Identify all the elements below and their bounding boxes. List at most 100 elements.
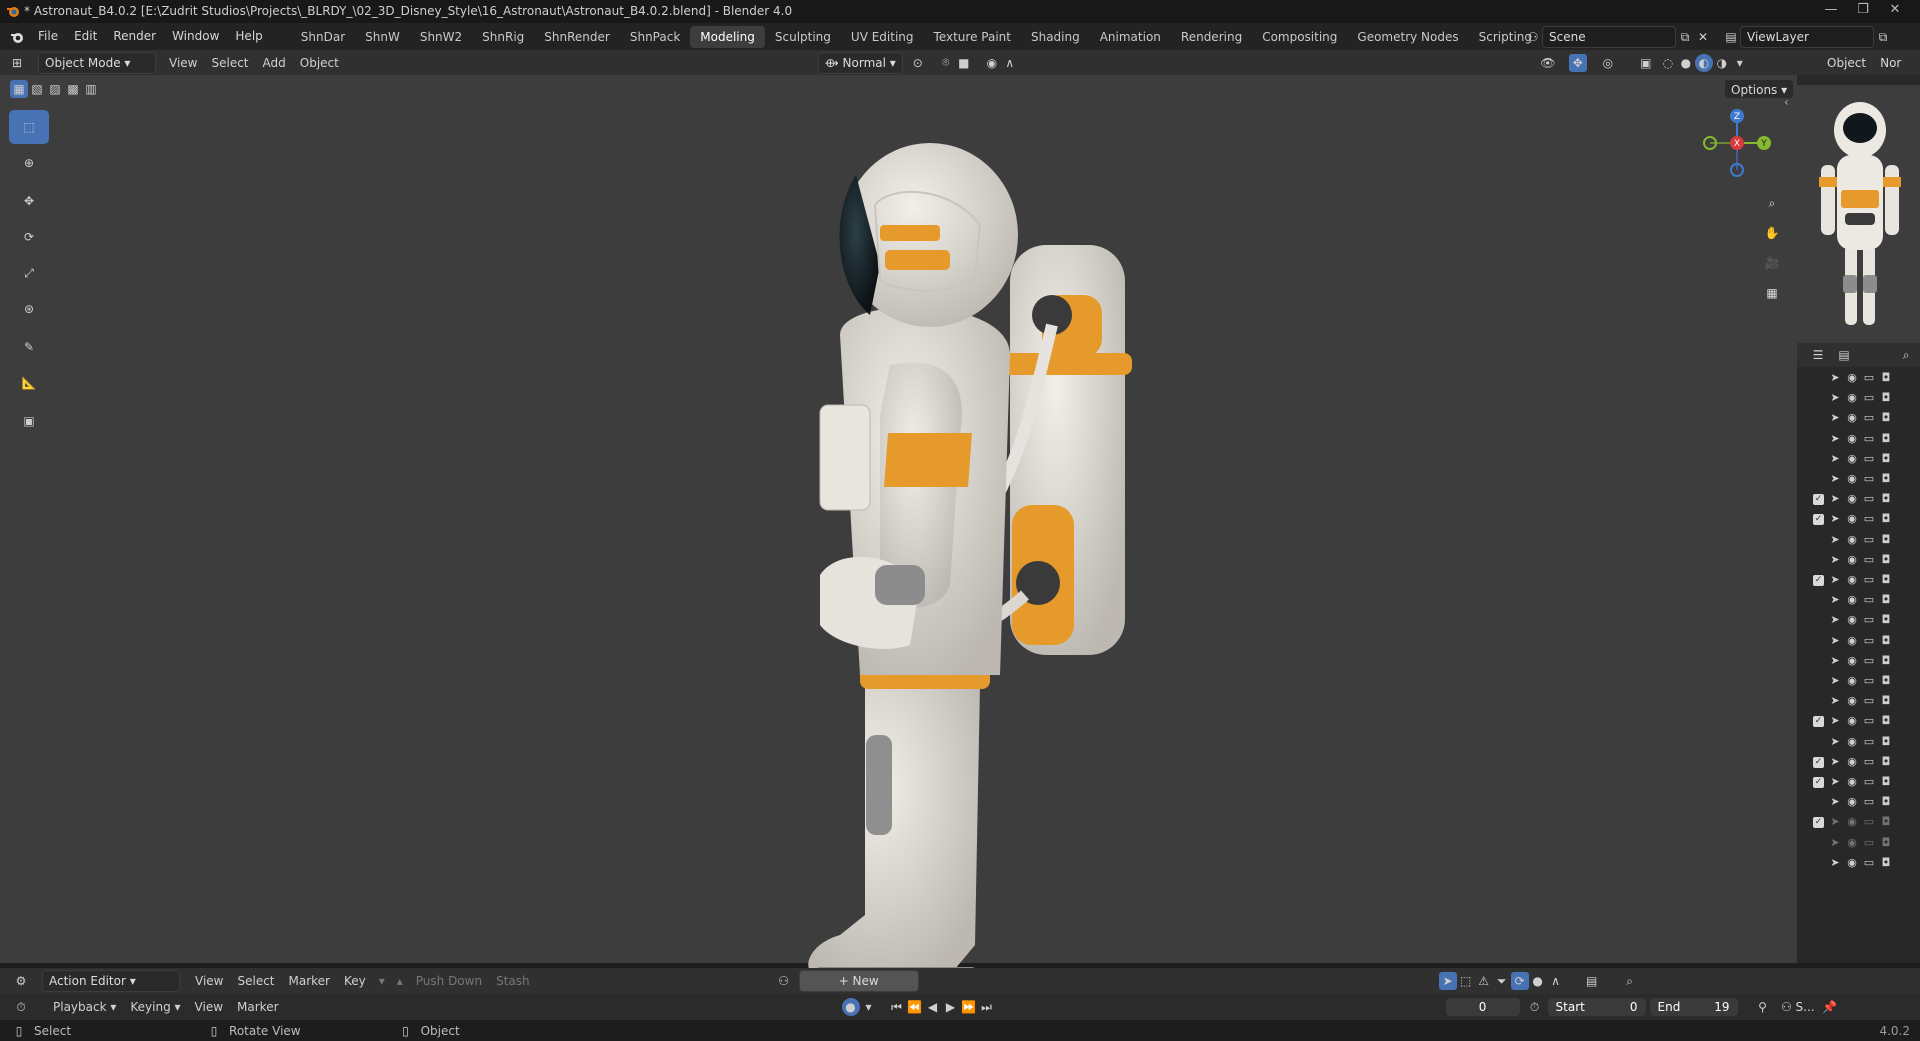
menu-file[interactable]: File <box>30 23 66 50</box>
camera-icon[interactable]: ◘ <box>1879 432 1893 446</box>
outliner-row[interactable]: ➤ ◉ ▭ ◘ <box>1797 691 1920 711</box>
outliner-filter-icon[interactable]: ▤ <box>1835 346 1853 364</box>
camera-icon[interactable]: ◘ <box>1879 411 1893 425</box>
record-keyframe-icon[interactable]: ● <box>841 998 860 1016</box>
eye-icon[interactable]: ◉ <box>1845 492 1859 506</box>
camera-preview[interactable] <box>1797 85 1920 355</box>
monitor-icon[interactable]: ▭ <box>1862 613 1876 627</box>
layer-down-icon[interactable]: ▾ <box>373 972 391 990</box>
play-icon[interactable]: ▶ <box>942 998 960 1016</box>
outliner-row[interactable]: ✓ ➤ ◉ ▭ ◘ <box>1797 570 1920 590</box>
outliner-row[interactable]: ➤ ◉ ▭ ◘ <box>1797 449 1920 469</box>
monitor-icon[interactable]: ▭ <box>1862 714 1876 728</box>
new-action-button[interactable]: + New <box>798 970 919 992</box>
monitor-icon[interactable]: ▭ <box>1862 533 1876 547</box>
tab-sculpting[interactable]: Sculpting <box>765 26 841 48</box>
ae-sidebar-icon[interactable]: ▤ <box>1583 972 1601 990</box>
outliner-row[interactable]: ✓ ➤ ◉ ▭ ◘ <box>1797 772 1920 792</box>
eye-icon[interactable]: ◉ <box>1845 512 1859 526</box>
measure-tool-icon[interactable]: 📐 <box>9 366 49 400</box>
collapse-sidebar-icon[interactable]: ‹ <box>1784 95 1789 109</box>
tab-shnw[interactable]: ShnW <box>355 26 410 48</box>
camera-icon[interactable]: ◘ <box>1879 795 1893 809</box>
play-reverse-icon[interactable]: ◀ <box>924 998 942 1016</box>
outliner-row[interactable]: ➤ ◉ ▭ ◘ <box>1797 550 1920 570</box>
camera-icon[interactable]: ◘ <box>1879 735 1893 749</box>
wireframe-shading-icon[interactable]: ◌ <box>1659 54 1677 72</box>
close-icon[interactable]: ✕ <box>1880 2 1910 20</box>
outliner-row[interactable]: ➤ ◉ ▭ ◘ <box>1797 408 1920 428</box>
camera-icon[interactable]: ◘ <box>1879 573 1893 587</box>
playback-menu[interactable]: Playback ▾ <box>46 996 123 1018</box>
exclude-checkbox[interactable]: ✓ <box>1813 514 1824 526</box>
eye-icon[interactable]: ◉ <box>1845 472 1859 486</box>
eye-icon[interactable]: ◉ <box>1845 553 1859 567</box>
gizmo-toggle-icon[interactable]: ✥ <box>1568 53 1587 72</box>
action-browse-icon[interactable]: ⚇ <box>775 972 793 990</box>
selectable-arrow-icon[interactable]: ➤ <box>1828 654 1842 668</box>
pan-hand-icon[interactable]: ✋ <box>1758 219 1786 247</box>
eye-icon[interactable]: ◉ <box>1845 391 1859 405</box>
outliner-row[interactable]: ✓ ➤ ◉ ▭ ◘ <box>1797 711 1920 731</box>
camera-icon[interactable]: ◘ <box>1879 593 1893 607</box>
eye-icon[interactable]: ◉ <box>1845 775 1859 789</box>
tab-shnrender[interactable]: ShnRender <box>534 26 620 48</box>
selectable-arrow-icon[interactable]: ➤ <box>1828 856 1842 870</box>
overlay-toggle-icon[interactable]: ◎ <box>1599 54 1617 72</box>
pivot-icon[interactable]: ⊙ <box>909 54 927 72</box>
menu-help[interactable]: Help <box>227 23 270 50</box>
camera-icon[interactable]: ◘ <box>1879 371 1893 385</box>
selectable-arrow-icon[interactable]: ➤ <box>1828 432 1842 446</box>
xray-icon[interactable]: ▣ <box>1637 54 1655 72</box>
monitor-icon[interactable]: ▭ <box>1862 492 1876 506</box>
selectable-arrow-icon[interactable]: ➤ <box>1828 452 1842 466</box>
monitor-icon[interactable]: ▭ <box>1862 371 1876 385</box>
camera-icon[interactable]: ◘ <box>1879 654 1893 668</box>
outliner-display-mode-icon[interactable]: ☰ <box>1809 346 1827 364</box>
new-viewlayer-icon[interactable]: ⧉ <box>1874 28 1892 46</box>
monitor-icon[interactable]: ▭ <box>1862 674 1876 688</box>
scene-icon[interactable]: ⚇ <box>1524 28 1542 46</box>
monitor-icon[interactable]: ▭ <box>1862 856 1876 870</box>
monitor-icon[interactable]: ▭ <box>1862 512 1876 526</box>
eye-icon[interactable]: ◉ <box>1845 735 1859 749</box>
camera-icon[interactable]: ◘ <box>1879 452 1893 466</box>
tab-shnpack[interactable]: ShnPack <box>620 26 690 48</box>
proportional-icon[interactable]: ● <box>1529 972 1547 990</box>
selectable-arrow-icon[interactable]: ➤ <box>1828 492 1842 506</box>
tab-shading[interactable]: Shading <box>1021 26 1090 48</box>
monitor-icon[interactable]: ▭ <box>1862 836 1876 850</box>
selectable-arrow-icon[interactable]: ➤ <box>1828 694 1842 708</box>
selectable-arrow-icon[interactable]: ➤ <box>1828 613 1842 627</box>
cursor-tool-icon[interactable]: ⊕ <box>9 146 49 180</box>
select-invert-icon[interactable]: ▩ <box>64 80 82 98</box>
action-editor-type-icon[interactable]: ⚙ <box>12 972 30 990</box>
rotate-tool-icon[interactable]: ⟳ <box>9 220 49 254</box>
outliner-row[interactable]: ➤ ◉ ▭ ◘ <box>1797 853 1920 873</box>
exclude-checkbox[interactable]: ✓ <box>1813 494 1824 506</box>
select-extend-icon[interactable]: ▧ <box>28 80 46 98</box>
selectable-arrow-icon[interactable]: ➤ <box>1828 634 1842 648</box>
menu-add[interactable]: Add <box>256 52 293 74</box>
exclude-checkbox[interactable]: ✓ <box>1813 756 1824 768</box>
selectable-arrow-icon[interactable]: ➤ <box>1828 411 1842 425</box>
camera-icon[interactable]: ◘ <box>1879 694 1893 708</box>
editor-type-icon[interactable]: ⊞ <box>8 54 26 72</box>
eye-icon[interactable]: ◉ <box>1845 714 1859 728</box>
eye-icon[interactable]: ◉ <box>1845 634 1859 648</box>
monitor-icon[interactable]: ▭ <box>1862 432 1876 446</box>
delete-scene-icon[interactable]: ✕ <box>1694 28 1712 46</box>
auto-snap-icon[interactable]: ⟳ <box>1510 972 1529 990</box>
outliner-row[interactable]: ➤ ◉ ▭ ◘ <box>1797 429 1920 449</box>
camera-icon[interactable]: ◘ <box>1879 492 1893 506</box>
annotate-tool-icon[interactable]: ✎ <box>9 330 49 364</box>
menu-render[interactable]: Render <box>105 23 164 50</box>
tab-texture-paint[interactable]: Texture Paint <box>924 26 1021 48</box>
outliner-row[interactable]: ➤ ◉ ▭ ◘ <box>1797 732 1920 752</box>
next-keyframe-icon[interactable]: ⏩ <box>960 998 978 1016</box>
selectable-arrow-icon[interactable]: ➤ <box>1828 593 1842 607</box>
eye-icon[interactable]: ◉ <box>1845 573 1859 587</box>
jump-start-icon[interactable]: ⏮ <box>888 998 906 1016</box>
stash-button[interactable]: Stash <box>489 970 537 992</box>
camera-icon[interactable]: ◘ <box>1879 856 1893 870</box>
